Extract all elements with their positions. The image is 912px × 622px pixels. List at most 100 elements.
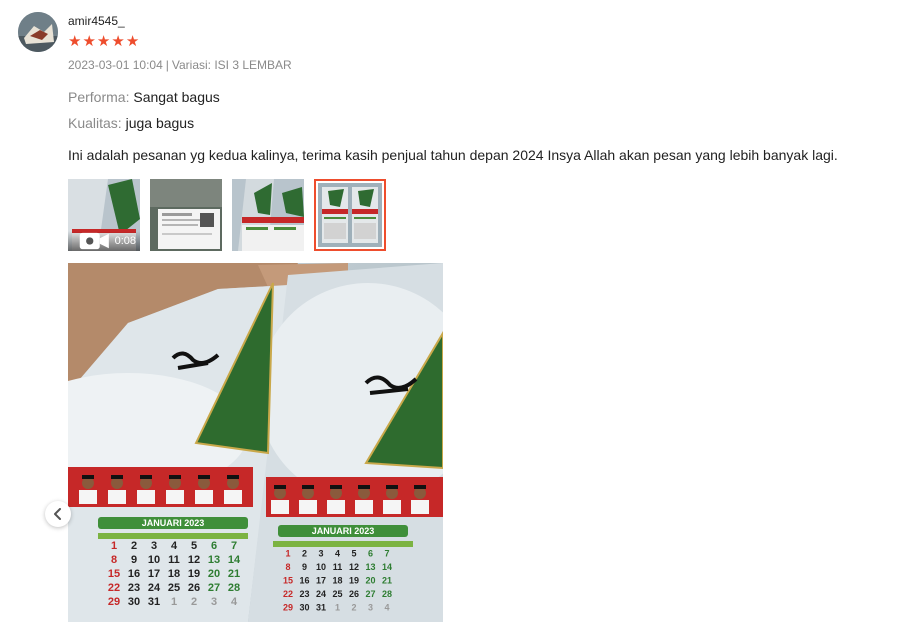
calendar-day-number: 3 (211, 596, 217, 608)
calendar-day-number: 29 (283, 603, 293, 613)
calendar-day-number: 20 (365, 576, 375, 586)
calendar-day-number: 13 (208, 554, 220, 566)
video-thumbnail[interactable]: 0:08 (68, 179, 140, 251)
calendar-day-number: 2 (131, 540, 137, 552)
calendar-day-number: 3 (368, 603, 373, 613)
package-photo (150, 179, 222, 251)
variation-value: ISI 3 LEMBAR (214, 58, 292, 72)
calendar-day-number: 13 (365, 562, 375, 572)
meta-separator: | (165, 58, 169, 72)
calendar-day-number: 27 (365, 589, 375, 599)
photo-thumbnail[interactable] (232, 179, 304, 251)
performance-attribute: Performa: Sangat bagus (68, 89, 220, 105)
calendar-day-number: 3 (318, 549, 323, 559)
main-review-photo[interactable]: JANUARI 2023 JANUARI 2023 1 2 3 4 5 6 7 8 9 10 11 1… (68, 263, 443, 622)
calendar-day-number: 4 (231, 596, 238, 608)
photo-thumbnail[interactable] (150, 179, 222, 251)
reviewer-username: amir4545_ (68, 14, 125, 28)
calendar-day-number: 25 (168, 582, 180, 594)
calendar-day-number: 1 (285, 549, 290, 559)
calendar-day-number: 26 (188, 582, 200, 594)
calendar-day-number: 22 (108, 582, 120, 594)
calendar-day-number: 12 (188, 554, 200, 566)
calendar-day-number: 7 (231, 540, 237, 552)
star-icon: ★ (125, 33, 140, 50)
previous-media-button[interactable] (45, 501, 71, 527)
calendar-day-number: 15 (108, 568, 120, 580)
calendar-day-number: 25 (332, 589, 342, 599)
calendar-day-number: 30 (299, 603, 309, 613)
calendar-day-number: 6 (211, 540, 217, 552)
review-date: 2023-03-01 10:04 (68, 58, 163, 72)
video-camera-icon (79, 232, 109, 250)
star-icon: ★ (82, 33, 96, 50)
quality-attribute: Kualitas: juga bagus (68, 115, 194, 131)
calendar-day-number: 7 (384, 549, 389, 559)
calendar-day-number: 1 (335, 603, 340, 613)
calendar-day-number: 2 (351, 603, 356, 613)
calendar-day-number: 2 (302, 549, 307, 559)
calendar-day-number: 28 (228, 582, 240, 594)
calendar-day-number: 2 (191, 596, 197, 608)
performance-label: Performa: (68, 89, 130, 105)
calendar-day-number: 11 (333, 562, 343, 572)
calendar-day-number: 4 (335, 549, 340, 559)
calendar-day-number: 6 (368, 549, 373, 559)
calendar-day-number: 19 (349, 576, 359, 586)
calendar-day-number: 11 (168, 554, 180, 566)
calendar-day-number: 30 (128, 596, 140, 608)
quality-value: juga bagus (125, 115, 195, 131)
variation-label: Variasi: (171, 58, 211, 72)
calendar-day-number: 9 (131, 554, 137, 566)
calendar-day-number: 26 (349, 589, 359, 599)
review-meta: 2023-03-01 10:04 | Variasi: ISI 3 LEMBAR (68, 58, 292, 72)
video-duration: 0:08 (114, 235, 136, 247)
calendar-photo-large: JANUARI 2023 JANUARI 2023 1 2 3 4 5 6 78 9 10 11 1… (68, 263, 443, 622)
photo-thumbnail-active[interactable] (314, 179, 386, 251)
calendar-day-number: 5 (191, 540, 197, 552)
calendar-day-number: 28 (382, 589, 392, 599)
calendar-day-number: 14 (228, 554, 241, 566)
calendar-day-number: 1 (111, 540, 117, 552)
calendar-month-label: JANUARI 2023 (312, 526, 375, 536)
calendar-day-number: 15 (283, 576, 293, 586)
quality-label: Kualitas: (68, 115, 122, 131)
media-thumbnails: 0:08 (68, 179, 386, 251)
calendar-day-number: 10 (148, 554, 160, 566)
calendar-day-number: 29 (108, 596, 120, 608)
calendar-day-number: 23 (128, 582, 140, 594)
star-icon: ★ (68, 33, 82, 50)
rating-stars: ★ ★ ★ ★ ★ (68, 34, 139, 50)
calendar-day-number: 19 (188, 568, 200, 580)
avatar[interactable] (18, 12, 58, 52)
calendar-day-number: 31 (316, 603, 326, 613)
calendar-day-number: 4 (171, 540, 178, 552)
calendar-day-number: 8 (111, 554, 117, 566)
performance-value: Sangat bagus (133, 89, 220, 105)
calendar-day-number: 4 (384, 603, 389, 613)
calendar-month-label: JANUARI 2023 (142, 518, 205, 528)
calendar-day-number: 8 (285, 562, 290, 572)
calendar-day-number: 12 (349, 562, 359, 572)
calendar-day-number: 17 (148, 568, 160, 580)
calendar-day-number: 17 (316, 576, 326, 586)
video-badge: 0:08 (68, 231, 140, 251)
calendar-day-number: 18 (332, 576, 342, 586)
calendar-day-number: 16 (299, 576, 309, 586)
calendar-day-number: 9 (302, 562, 307, 572)
calendar-day-number: 20 (208, 568, 220, 580)
calendar-day-number: 27 (208, 582, 220, 594)
star-icon: ★ (111, 33, 125, 50)
calendar-day-number: 24 (148, 582, 161, 594)
calendar-day-number: 21 (382, 576, 392, 586)
calendar-day-number: 1 (171, 596, 177, 608)
calendar-day-number: 16 (128, 568, 140, 580)
star-icon: ★ (96, 33, 111, 50)
calendar-day-number: 21 (228, 568, 240, 580)
calendar-photo (318, 183, 382, 247)
calendar-day-number: 31 (148, 596, 160, 608)
calendar-day-number: 3 (151, 540, 157, 552)
chevron-left-icon (54, 508, 61, 520)
calendar-day-number: 10 (316, 562, 326, 572)
calendar-photo (232, 179, 304, 251)
